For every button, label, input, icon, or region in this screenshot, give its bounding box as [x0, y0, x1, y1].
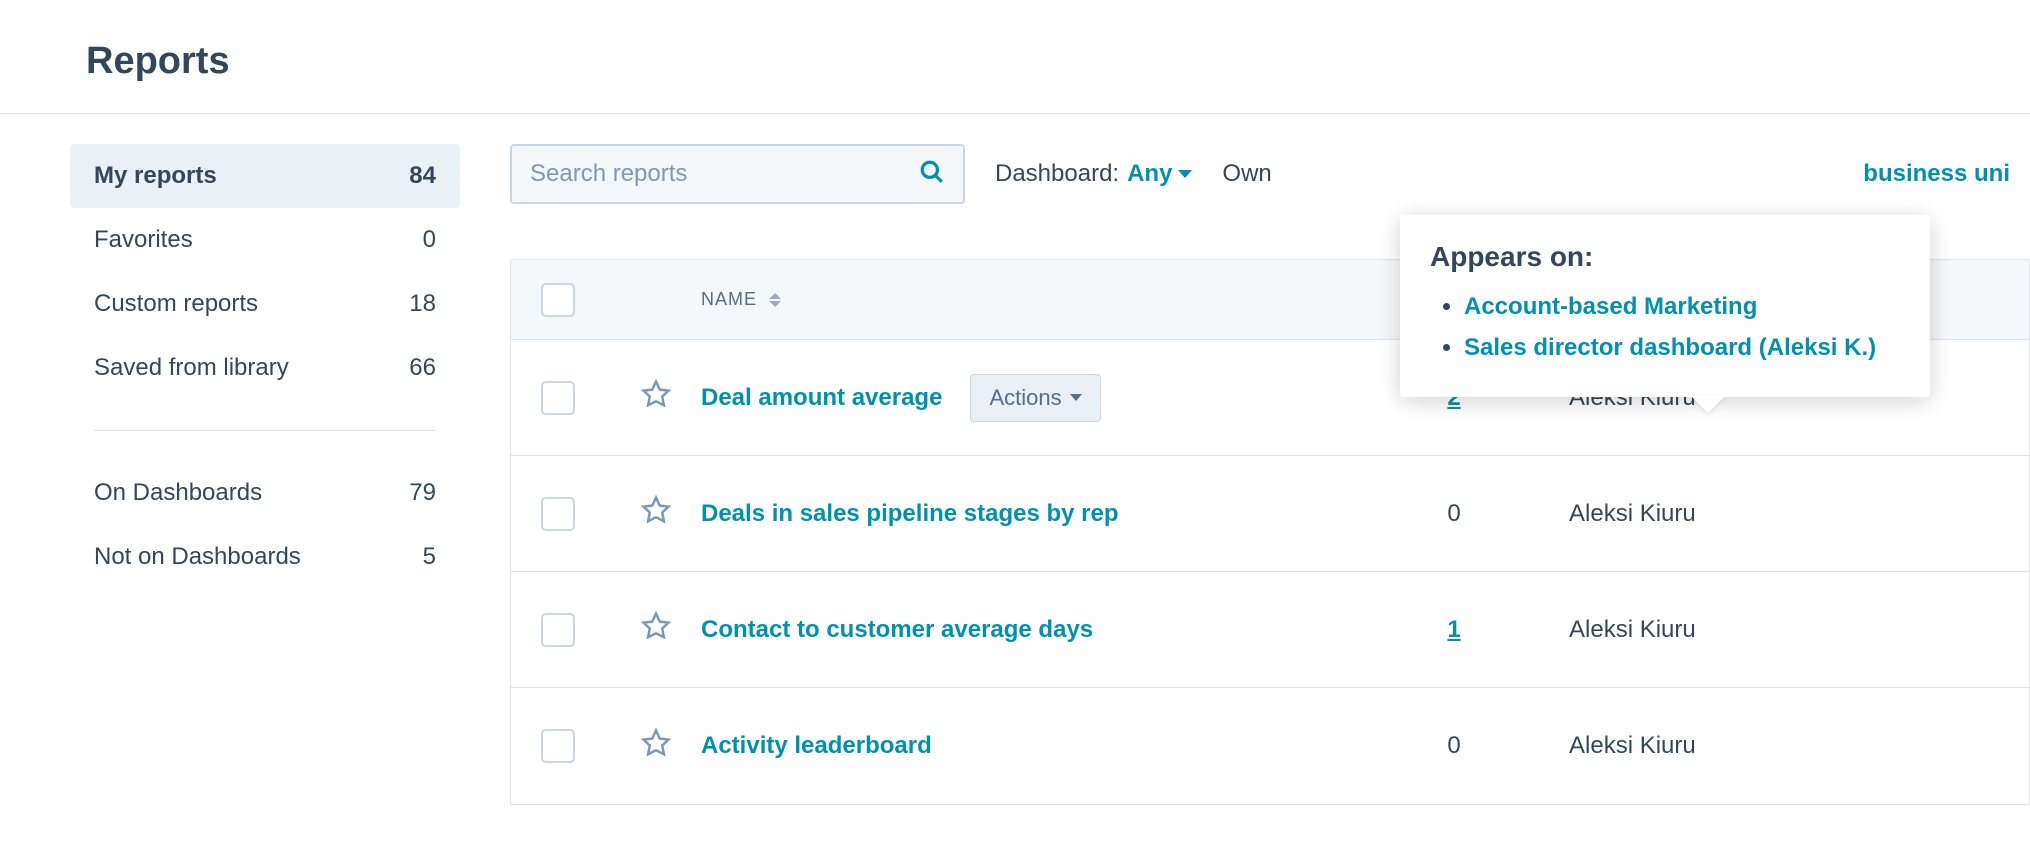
sidebar-item-label: My reports — [94, 162, 217, 190]
search-input-wrap[interactable] — [510, 144, 965, 204]
sidebar-item-label: Favorites — [94, 226, 193, 254]
row-checkbox[interactable] — [541, 381, 575, 415]
filter-owned-label: Own — [1222, 160, 1271, 188]
sidebar-item-label: Not on Dashboards — [94, 543, 301, 571]
column-header-name[interactable]: NAME — [701, 289, 1339, 310]
table-row: Activity leaderboard 0 Aleksi Kiuru — [511, 688, 2029, 804]
actions-button-label: Actions — [989, 385, 1061, 411]
dashboards-count: 0 — [1447, 500, 1460, 527]
sidebar-item-count: 5 — [423, 543, 436, 571]
sidebar-item-saved-from-library[interactable]: Saved from library 66 — [70, 336, 460, 400]
row-checkbox[interactable] — [541, 497, 575, 531]
popover-dashboard-link[interactable]: Sales director dashboard (Aleksi K.) — [1464, 328, 1900, 369]
appears-on-popover: Appears on: Account-based MarketingSales… — [1400, 215, 1930, 397]
owner-name: Aleksi Kiuru — [1569, 616, 1696, 643]
sidebar-item-count: 84 — [409, 162, 436, 190]
filter-bar: Dashboard: Any Own business uni — [510, 144, 2030, 204]
favorite-star-icon[interactable] — [641, 379, 671, 416]
sidebar: My reports 84 Favorites 0 Custom reports 18 Sa… — [0, 144, 500, 805]
sidebar-item-favorites[interactable]: Favorites 0 — [70, 208, 460, 272]
search-input[interactable] — [530, 160, 919, 188]
sidebar-item-label: Saved from library — [94, 354, 289, 382]
report-name-link[interactable]: Contact to customer average days — [701, 616, 1093, 644]
search-icon — [919, 159, 945, 190]
sidebar-item-count: 79 — [409, 479, 436, 507]
report-name-link[interactable]: Deals in sales pipeline stages by rep — [701, 500, 1119, 528]
filter-dashboard-value: Any — [1127, 160, 1172, 188]
sidebar-item-on-dashboards[interactable]: On Dashboards 79 — [70, 461, 460, 525]
sidebar-divider — [94, 430, 436, 431]
sidebar-item-my-reports[interactable]: My reports 84 — [70, 144, 460, 208]
caret-down-icon — [1178, 170, 1192, 178]
sidebar-item-not-on-dashboards[interactable]: Not on Dashboards 5 — [70, 525, 460, 589]
report-name-link[interactable]: Deal amount average — [701, 384, 942, 412]
report-name-link[interactable]: Activity leaderboard — [701, 732, 932, 760]
row-checkbox[interactable] — [541, 729, 575, 763]
actions-button[interactable]: Actions — [970, 374, 1100, 422]
table-row: Deals in sales pipeline stages by rep 0 Al… — [511, 456, 2029, 572]
favorite-star-icon[interactable] — [641, 728, 671, 765]
select-all-checkbox[interactable] — [541, 283, 575, 317]
popover-dashboard-link[interactable]: Account-based Marketing — [1464, 287, 1900, 328]
owner-name: Aleksi Kiuru — [1569, 732, 1696, 759]
filter-dashboard-label: Dashboard: — [995, 160, 1119, 188]
popover-title: Appears on: — [1430, 241, 1900, 273]
sidebar-item-label: Custom reports — [94, 290, 258, 318]
dashboards-count: 0 — [1447, 732, 1460, 759]
sidebar-item-count: 18 — [409, 290, 436, 318]
row-checkbox[interactable] — [541, 613, 575, 647]
column-header-name-label: NAME — [701, 289, 757, 310]
sort-icon — [769, 293, 781, 307]
sidebar-item-label: On Dashboards — [94, 479, 262, 507]
caret-down-icon — [1070, 394, 1082, 401]
favorite-star-icon[interactable] — [641, 495, 671, 532]
filter-dashboard[interactable]: Dashboard: Any — [995, 160, 1192, 188]
filter-business-unit-partial[interactable]: business uni — [1863, 160, 2010, 188]
table-row: Contact to customer average days 1 Aleksi … — [511, 572, 2029, 688]
page-title: Reports — [86, 40, 2030, 83]
favorite-star-icon[interactable] — [641, 611, 671, 648]
sidebar-item-custom-reports[interactable]: Custom reports 18 — [70, 272, 460, 336]
filter-owned-by[interactable]: Own — [1222, 160, 1271, 188]
page-header: Reports — [0, 0, 2030, 114]
sidebar-item-count: 0 — [423, 226, 436, 254]
owner-name: Aleksi Kiuru — [1569, 500, 1696, 527]
sidebar-item-count: 66 — [409, 354, 436, 382]
dashboards-count[interactable]: 1 — [1447, 616, 1460, 643]
